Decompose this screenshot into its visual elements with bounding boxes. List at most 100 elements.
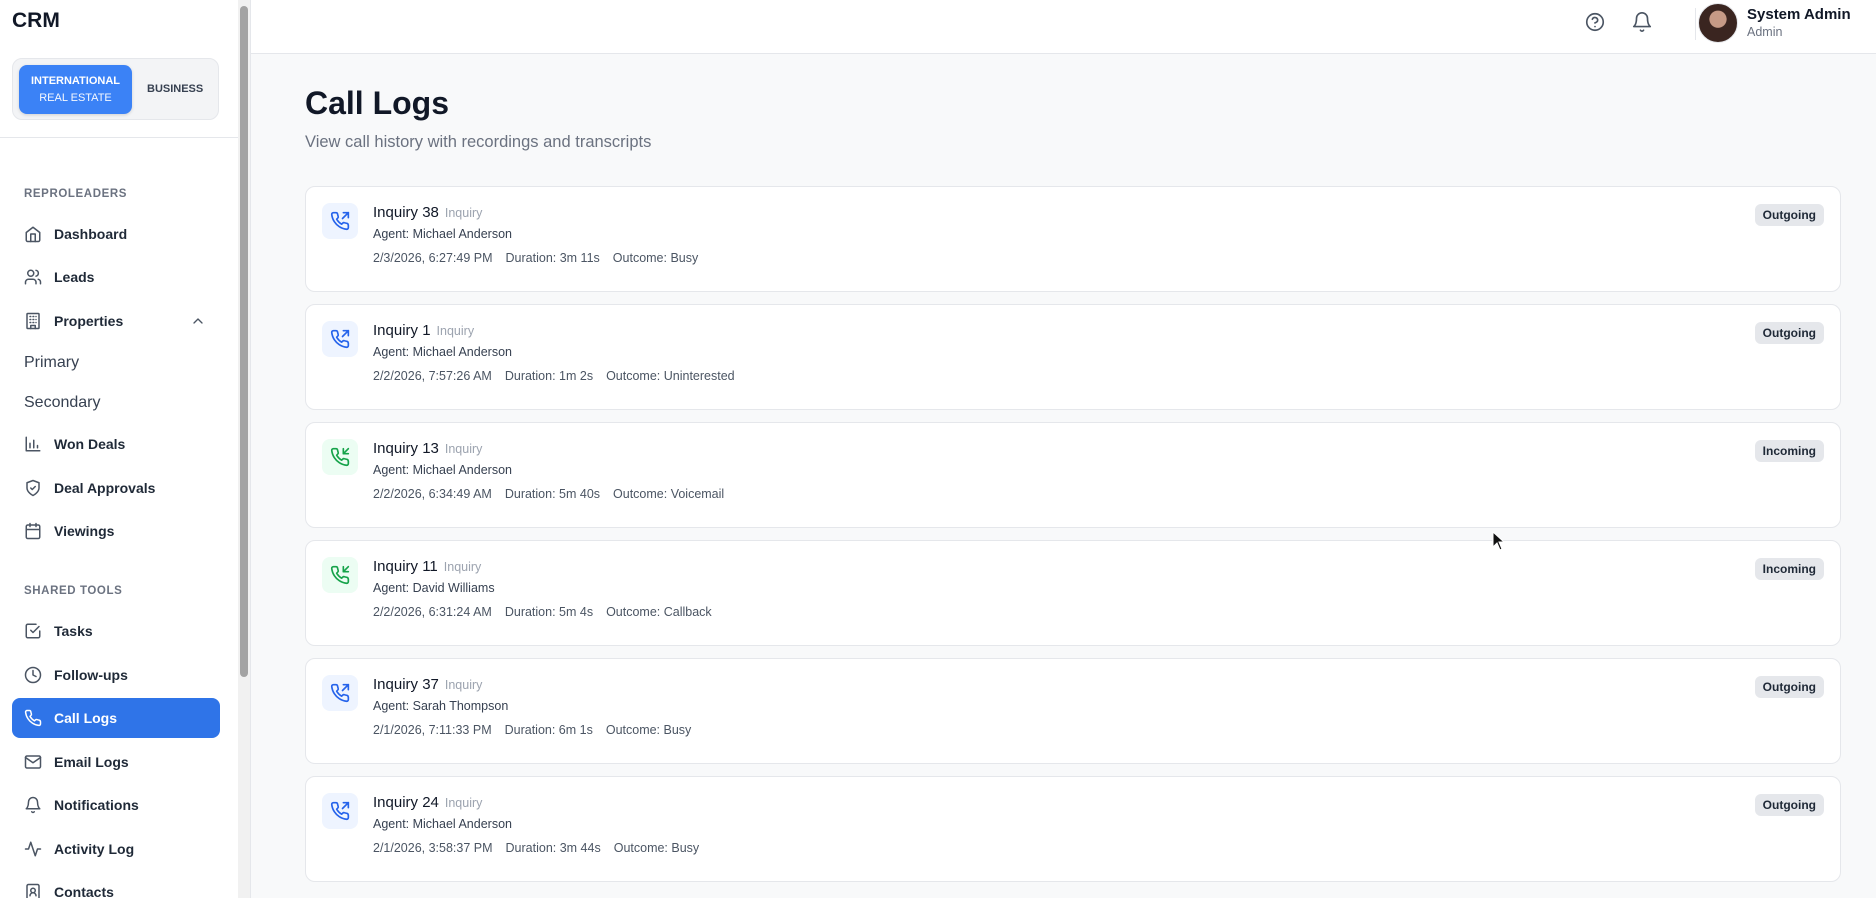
bell-icon	[24, 796, 42, 814]
call-agent: Agent: Michael Anderson	[373, 817, 512, 831]
call-datetime: 2/2/2026, 6:31:24 AM	[373, 605, 492, 619]
top-header: System Admin Admin	[251, 0, 1876, 54]
call-agent: Agent: Sarah Thompson	[373, 699, 509, 713]
sidebar-item-call-logs[interactable]: Call Logs	[12, 698, 220, 738]
chevron-up-icon[interactable]	[190, 313, 206, 329]
call-outcome: Outcome: Callback	[606, 605, 712, 619]
sidebar-item-label: Leads	[54, 269, 95, 285]
call-duration: Duration: 5m 4s	[504, 605, 594, 619]
call-agent: Agent: David Williams	[373, 581, 495, 595]
call-log-card[interactable]: Inquiry 24 Inquiry Agent: Michael Anderso…	[305, 776, 1841, 882]
mouse-cursor-icon	[1492, 531, 1506, 551]
call-title: Inquiry 37 Inquiry	[373, 676, 482, 693]
phone-icon	[24, 709, 42, 727]
mode-active-line2: REAL ESTATE	[39, 92, 112, 104]
phone-incoming-icon	[322, 439, 358, 475]
call-log-card[interactable]: Inquiry 38 Inquiry Agent: Michael Anderso…	[305, 186, 1841, 292]
bell-icon[interactable]	[1631, 11, 1653, 33]
call-meta: 2/2/2026, 6:31:24 AM Duration: 5m 4s Outco…	[373, 605, 725, 619]
call-duration: Duration: 6m 1s	[504, 723, 593, 737]
direction-badge: Outgoing	[1754, 794, 1824, 816]
bar-chart-icon	[24, 435, 42, 453]
call-agent: Agent: Michael Anderson	[373, 463, 512, 477]
user-name[interactable]: System Admin	[1747, 6, 1851, 23]
activity-icon	[24, 840, 42, 858]
sidebar-item-label: Notifications	[54, 797, 139, 813]
sidebar-divider	[0, 137, 250, 138]
mode-business[interactable]: BUSINESS	[147, 83, 203, 95]
sidebar-item-notifications[interactable]: Notifications	[12, 785, 220, 825]
section-title-shared-tools: SHARED TOOLS	[24, 585, 123, 597]
call-log-card[interactable]: Inquiry 11 Inquiry Agent: David Williams …	[305, 540, 1841, 646]
sidebar-item-won-deals[interactable]: Won Deals	[12, 424, 220, 464]
header-divider	[1695, 8, 1696, 40]
mode-international-real-estate[interactable]: INTERNATIONAL REAL ESTATE	[19, 65, 132, 114]
call-log-card[interactable]: Inquiry 37 Inquiry Agent: Sarah Thompson …	[305, 658, 1841, 764]
sidebar-item-label: Dashboard	[54, 226, 128, 242]
call-agent: Agent: Michael Anderson	[373, 345, 512, 359]
call-type: Inquiry	[436, 324, 475, 338]
call-meta: 2/3/2026, 6:27:49 PM Duration: 3m 11s Outc…	[373, 251, 711, 265]
check-square-icon	[24, 622, 42, 640]
sidebar-item-follow-ups[interactable]: Follow-ups	[12, 655, 220, 695]
sidebar-item-dashboard[interactable]: Dashboard	[12, 214, 220, 254]
call-title-text: Inquiry 11	[373, 558, 438, 575]
users-icon	[24, 268, 42, 286]
sidebar-subitem-primary[interactable]: Primary	[24, 354, 79, 372]
call-title-text: Inquiry 13	[373, 440, 439, 457]
direction-badge: Incoming	[1754, 558, 1824, 580]
mode-active-line1: INTERNATIONAL	[30, 75, 120, 87]
home-icon	[24, 225, 42, 243]
call-type: Inquiry	[444, 442, 483, 456]
page-subtitle: View call history with recordings and tr…	[305, 133, 652, 151]
sidebar-item-label: Deal Approvals	[54, 480, 156, 496]
call-type: Inquiry	[444, 206, 483, 220]
call-title: Inquiry 13 Inquiry	[373, 440, 482, 457]
call-meta: 2/2/2026, 6:34:49 AM Duration: 5m 40s Outc…	[373, 487, 737, 501]
direction-badge: Incoming	[1754, 440, 1824, 462]
phone-outgoing-icon	[322, 675, 358, 711]
sidebar-item-label: Email Logs	[54, 754, 129, 770]
call-duration: Duration: 1m 2s	[504, 369, 594, 383]
call-meta: 2/2/2026, 7:57:26 AM Duration: 1m 2s Outco…	[373, 369, 748, 383]
call-title: Inquiry 11 Inquiry	[373, 558, 481, 575]
sidebar-item-label: Contacts	[54, 884, 114, 898]
call-datetime: 2/2/2026, 6:34:49 AM	[373, 487, 492, 501]
call-datetime: 2/1/2026, 7:11:33 PM	[373, 723, 492, 737]
brand-logo: CRM	[12, 9, 60, 32]
call-agent: Agent: Michael Anderson	[373, 227, 512, 241]
help-icon[interactable]	[1584, 11, 1606, 33]
sidebar-item-contacts[interactable]: Contacts	[12, 872, 220, 898]
sidebar-item-tasks[interactable]: Tasks	[12, 611, 220, 651]
call-outcome: Outcome: Busy	[605, 723, 692, 737]
sidebar-item-deal-approvals[interactable]: Deal Approvals	[12, 468, 220, 508]
call-outcome: Outcome: Busy	[612, 251, 699, 265]
call-duration: Duration: 5m 40s	[504, 487, 601, 501]
sidebar-item-leads[interactable]: Leads	[12, 257, 220, 297]
building-icon	[24, 312, 42, 330]
sidebar-item-viewings[interactable]: Viewings	[12, 511, 220, 551]
sidebar-item-activity-log[interactable]: Activity Log	[12, 829, 220, 869]
sidebar-item-label: Call Logs	[54, 710, 118, 726]
sidebar-scrollbar-thumb[interactable]	[240, 6, 248, 677]
call-meta: 2/1/2026, 3:58:37 PM Duration: 3m 44s Outc…	[373, 841, 712, 855]
call-title-text: Inquiry 1	[373, 322, 431, 339]
sidebar-item-label: Follow-ups	[54, 667, 128, 683]
avatar[interactable]	[1698, 3, 1738, 43]
mode-toggle: INTERNATIONAL REAL ESTATE BUSINESS	[12, 58, 219, 120]
sidebar-item-label: Properties	[54, 313, 124, 329]
sidebar-item-properties[interactable]: Properties	[12, 301, 220, 341]
call-log-card[interactable]: Inquiry 13 Inquiry Agent: Michael Anderso…	[305, 422, 1841, 528]
direction-badge: Outgoing	[1754, 204, 1824, 226]
phone-outgoing-icon	[322, 321, 358, 357]
sidebar-item-email-logs[interactable]: Email Logs	[12, 742, 220, 782]
call-outcome: Outcome: Busy	[613, 841, 700, 855]
call-outcome: Outcome: Voicemail	[613, 487, 725, 501]
contact-book-icon	[24, 883, 42, 898]
call-datetime: 2/2/2026, 7:57:26 AM	[373, 369, 492, 383]
call-log-card[interactable]: Inquiry 1 Inquiry Agent: Michael Anderson…	[305, 304, 1841, 410]
sidebar-item-label: Won Deals	[54, 436, 126, 452]
sidebar-item-label: Viewings	[54, 523, 115, 539]
section-title-reproleaders: REPROLEADERS	[24, 188, 128, 200]
sidebar-subitem-secondary[interactable]: Secondary	[24, 394, 101, 412]
